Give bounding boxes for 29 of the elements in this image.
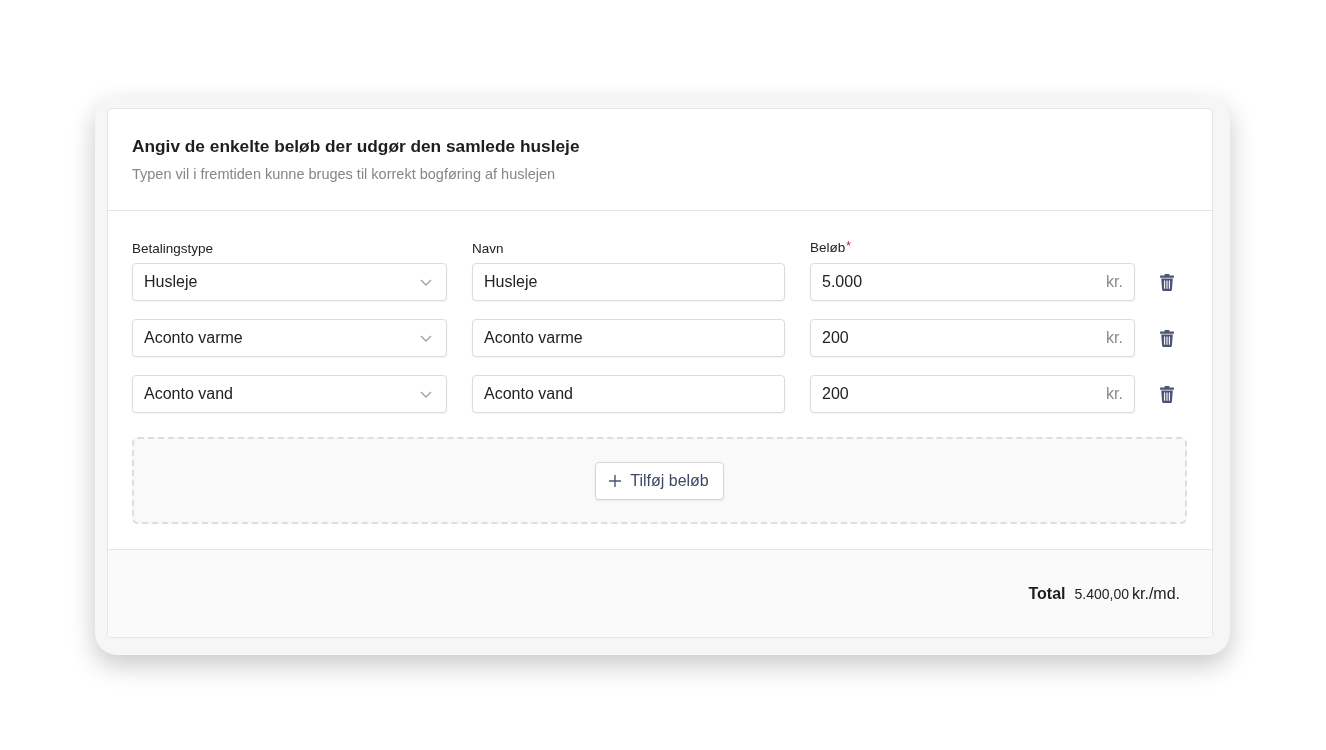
- amount-field[interactable]: 200 kr.: [810, 319, 1135, 357]
- dropdown-field[interactable]: Aconto vand: [132, 375, 447, 413]
- chevron-down-icon: [420, 278, 432, 286]
- text-field[interactable]: Husleje: [472, 263, 785, 301]
- field-label: Beløb: [810, 240, 846, 256]
- currency-suffix: kr.: [1106, 329, 1123, 347]
- trash-icon[interactable]: [1160, 385, 1174, 403]
- form-subtitle: Typen vil i fremtiden kunne bruges til korrekt bogføring af huslejen: [132, 165, 557, 183]
- total-unit: kr./md.: [1132, 584, 1180, 603]
- required-mark: *: [846, 240, 851, 252]
- chevron-down-icon: [420, 390, 432, 398]
- chevron-down-icon: [420, 334, 432, 342]
- total-label: Total: [1028, 584, 1066, 603]
- amount-field[interactable]: 5.000 kr.: [810, 263, 1135, 301]
- field-label: Betalingstype: [132, 241, 215, 257]
- trash-icon[interactable]: [1160, 273, 1174, 291]
- field-label: Navn: [472, 241, 505, 257]
- currency-suffix: kr.: [1106, 273, 1123, 291]
- dropdown-field[interactable]: Husleje: [132, 263, 447, 301]
- plus-icon: [609, 474, 622, 487]
- amount-field[interactable]: 200 kr.: [810, 375, 1135, 413]
- form-title: Angiv de enkelte beløb der udgør den samlede husleje: [132, 135, 581, 157]
- currency-suffix: kr.: [1106, 385, 1123, 403]
- dropdown-field[interactable]: Aconto varme: [132, 319, 447, 357]
- add-amount-button[interactable]: Tilføj beløb: [595, 461, 724, 500]
- text-field[interactable]: Aconto varme: [472, 319, 785, 357]
- trash-icon[interactable]: [1160, 329, 1174, 347]
- total-amount: 5.400,00: [1074, 585, 1129, 602]
- text-field[interactable]: Aconto vand: [472, 375, 785, 413]
